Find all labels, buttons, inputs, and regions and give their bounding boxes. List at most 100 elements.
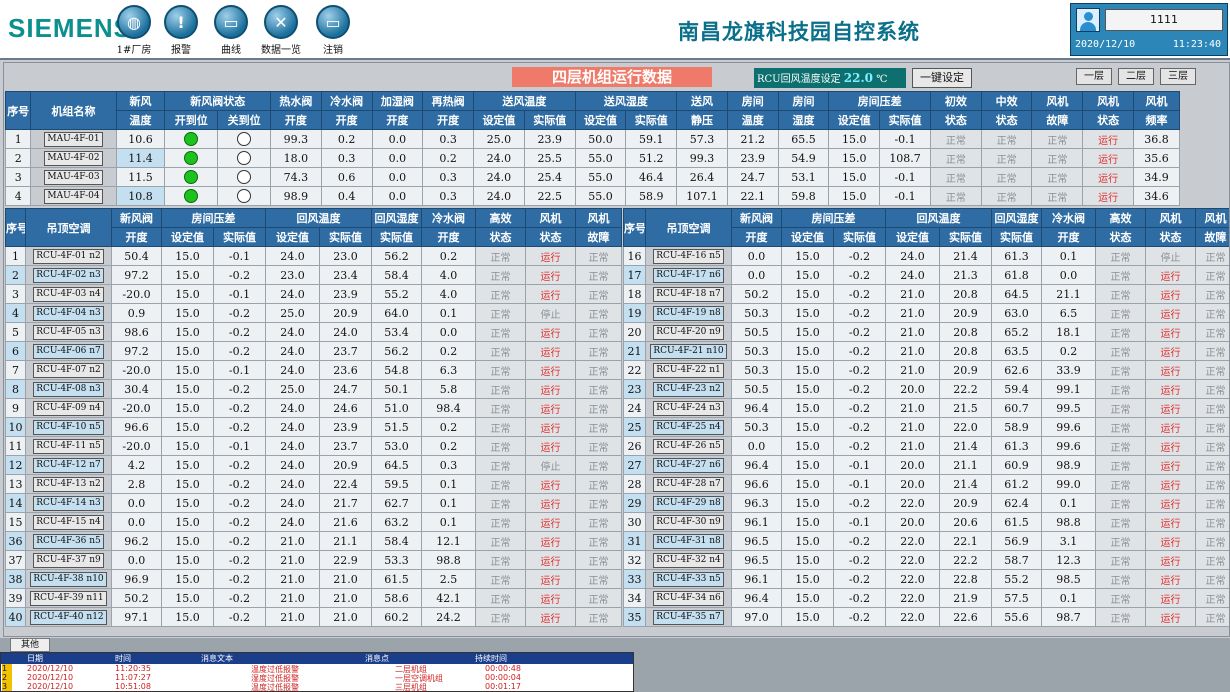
rcu-name-button[interactable]: RCU-4F-24 n3 bbox=[653, 401, 724, 416]
rcu-temp-set[interactable]: 21.0 bbox=[265, 550, 320, 570]
mau-sh-set[interactable]: 55.0 bbox=[574, 148, 627, 168]
rcu-name-button[interactable]: RCU-4F-22 n1 bbox=[653, 363, 724, 378]
rcu-name-button[interactable]: RCU-4F-09 n4 bbox=[33, 401, 104, 416]
mau-st-set[interactable]: 24.0 bbox=[473, 167, 525, 187]
rcu-name-button[interactable]: RCU-4F-19 n8 bbox=[653, 306, 724, 321]
rcu-press-set[interactable]: 15.0 bbox=[161, 512, 214, 532]
rcu-name-button[interactable]: RCU-4F-25 n4 bbox=[653, 420, 724, 435]
rcu-temp-set[interactable]: 24.0 bbox=[265, 246, 320, 266]
rcu-temp-set[interactable]: 24.0 bbox=[885, 265, 940, 285]
mau-sh-set[interactable]: 50.0 bbox=[574, 129, 627, 149]
rcu-press-set[interactable]: 15.0 bbox=[161, 398, 214, 418]
rcu-temp-set[interactable]: 24.0 bbox=[265, 436, 320, 456]
rcu-name-button[interactable]: RCU-4F-18 n7 bbox=[653, 287, 724, 302]
mau-name-button[interactable]: MAU-4F-02 bbox=[44, 151, 103, 166]
rcu-press-set[interactable]: 15.0 bbox=[781, 303, 834, 323]
rcu-press-set[interactable]: 15.0 bbox=[161, 322, 214, 342]
floor-2-button[interactable]: 二层 bbox=[1118, 68, 1154, 85]
rcu-temp-set[interactable]: 22.0 bbox=[885, 493, 940, 513]
rcu-temp-set[interactable]: 21.0 bbox=[885, 341, 940, 361]
rcu-name-button[interactable]: RCU-4F-13 n2 bbox=[33, 477, 104, 492]
rcu-name-button[interactable]: RCU-4F-10 n5 bbox=[33, 420, 104, 435]
rcu-temp-set[interactable]: 21.0 bbox=[885, 436, 940, 456]
mau-sh-set[interactable]: 55.0 bbox=[574, 167, 627, 187]
rcu-temp-set[interactable]: 20.0 bbox=[885, 512, 940, 532]
rcu-temp-set[interactable]: 21.0 bbox=[885, 284, 940, 304]
rcu-press-set[interactable]: 15.0 bbox=[161, 341, 214, 361]
rcu-temp-set[interactable]: 21.0 bbox=[265, 531, 320, 551]
rcu-press-set[interactable]: 15.0 bbox=[781, 398, 834, 418]
nav-alarm-button[interactable]: ! 报警 bbox=[158, 5, 204, 57]
rcu-name-button[interactable]: RCU-4F-23 n2 bbox=[653, 382, 724, 397]
rcu-temp-set[interactable]: 25.0 bbox=[265, 379, 320, 399]
rcu-temp-set[interactable]: 21.0 bbox=[885, 303, 940, 323]
rcu-temp-set[interactable]: 24.0 bbox=[265, 512, 320, 532]
rcu-setpoint-value[interactable]: 22.0 bbox=[844, 71, 873, 85]
rcu-name-button[interactable]: RCU-4F-15 n4 bbox=[33, 515, 104, 530]
mau-name-button[interactable]: MAU-4F-01 bbox=[44, 132, 103, 147]
rcu-name-button[interactable]: RCU-4F-03 n4 bbox=[33, 287, 104, 302]
alarm-list[interactable]: 日期 时间 消息文本 消息点 持续时间 1 2020/12/10 11:20:35 温… bbox=[0, 652, 634, 692]
rcu-name-button[interactable]: RCU-4F-29 n8 bbox=[653, 496, 724, 511]
rcu-press-set[interactable]: 15.0 bbox=[781, 322, 834, 342]
rcu-temp-set[interactable]: 24.0 bbox=[265, 360, 320, 380]
mau-st-set[interactable]: 24.0 bbox=[473, 186, 525, 206]
rcu-press-set[interactable]: 15.0 bbox=[781, 417, 834, 437]
rcu-press-set[interactable]: 15.0 bbox=[161, 246, 214, 266]
user-avatar-icon[interactable] bbox=[1076, 8, 1100, 32]
user-name-field[interactable]: 1111 bbox=[1105, 9, 1223, 31]
nav-logout-button[interactable]: ▭ 注销 bbox=[310, 5, 356, 57]
rcu-press-set[interactable]: 15.0 bbox=[781, 436, 834, 456]
rcu-name-button[interactable]: RCU-4F-14 n3 bbox=[33, 496, 104, 511]
rcu-press-set[interactable]: 15.0 bbox=[781, 474, 834, 494]
rcu-temp-set[interactable]: 22.0 bbox=[885, 531, 940, 551]
rcu-name-button[interactable]: RCU-4F-27 n6 bbox=[653, 458, 724, 473]
rcu-press-set[interactable]: 15.0 bbox=[781, 379, 834, 399]
rcu-press-set[interactable]: 15.0 bbox=[161, 284, 214, 304]
rcu-name-button[interactable]: RCU-4F-02 n3 bbox=[33, 268, 104, 283]
nav-plant-button[interactable]: ◍ 1#厂房 bbox=[111, 5, 157, 57]
rcu-temp-set[interactable]: 24.0 bbox=[265, 417, 320, 437]
rcu-name-button[interactable]: RCU-4F-30 n9 bbox=[653, 515, 724, 530]
rcu-name-button[interactable]: RCU-4F-28 n7 bbox=[653, 477, 724, 492]
rcu-name-button[interactable]: RCU-4F-32 n4 bbox=[653, 553, 724, 568]
rcu-press-set[interactable]: 15.0 bbox=[161, 436, 214, 456]
nav-curve-button[interactable]: ▭ 曲线 bbox=[208, 5, 254, 57]
rcu-press-set[interactable]: 15.0 bbox=[161, 379, 214, 399]
rcu-press-set[interactable]: 15.0 bbox=[781, 512, 834, 532]
floor-3-button[interactable]: 三层 bbox=[1160, 68, 1196, 85]
rcu-press-set[interactable]: 15.0 bbox=[781, 341, 834, 361]
rcu-press-set[interactable]: 15.0 bbox=[161, 531, 214, 551]
alarm-row[interactable]: 3 2020/12/10 10:51:08 温度过低报警 三层机组 00:01:17 bbox=[1, 682, 633, 691]
rcu-temp-set[interactable]: 22.0 bbox=[885, 588, 940, 608]
rcu-name-button[interactable]: RCU-4F-16 n5 bbox=[653, 249, 724, 264]
rcu-press-set[interactable]: 15.0 bbox=[781, 246, 834, 266]
rcu-temp-set[interactable]: 21.0 bbox=[265, 607, 320, 627]
rcu-temp-set[interactable]: 21.0 bbox=[885, 322, 940, 342]
rcu-name-button[interactable]: RCU-4F-01 n2 bbox=[33, 249, 104, 264]
rcu-press-set[interactable]: 15.0 bbox=[161, 550, 214, 570]
rcu-name-button[interactable]: RCU-4F-06 n7 bbox=[33, 344, 104, 359]
rcu-temp-set[interactable]: 21.0 bbox=[885, 417, 940, 437]
rcu-press-set[interactable]: 15.0 bbox=[781, 607, 834, 627]
rcu-press-set[interactable]: 15.0 bbox=[161, 474, 214, 494]
alarm-row[interactable]: 1 2020/12/10 11:20:35 温度过低报警 二层机组 00:00:48 bbox=[1, 664, 633, 674]
rcu-press-set[interactable]: 15.0 bbox=[161, 493, 214, 513]
rcu-press-set[interactable]: 15.0 bbox=[781, 588, 834, 608]
rcu-name-button[interactable]: RCU-4F-11 n5 bbox=[33, 439, 104, 454]
rcu-temp-set[interactable]: 23.0 bbox=[265, 265, 320, 285]
rcu-press-set[interactable]: 15.0 bbox=[161, 360, 214, 380]
rcu-name-button[interactable]: RCU-4F-37 n9 bbox=[33, 553, 104, 568]
rcu-name-button[interactable]: RCU-4F-12 n7 bbox=[33, 458, 104, 473]
rcu-press-set[interactable]: 15.0 bbox=[781, 284, 834, 304]
rcu-temp-set[interactable]: 22.0 bbox=[885, 607, 940, 627]
mau-st-set[interactable]: 24.0 bbox=[473, 148, 525, 168]
rcu-name-button[interactable]: RCU-4F-21 n10 bbox=[650, 344, 727, 359]
one-key-set-button[interactable]: 一键设定 bbox=[912, 68, 972, 88]
rcu-temp-set[interactable]: 24.0 bbox=[265, 398, 320, 418]
mau-st-set[interactable]: 25.0 bbox=[473, 129, 525, 149]
rcu-press-set[interactable]: 15.0 bbox=[781, 493, 834, 513]
rcu-temp-set[interactable]: 24.0 bbox=[265, 284, 320, 304]
rcu-temp-set[interactable]: 20.0 bbox=[885, 455, 940, 475]
rcu-temp-set[interactable]: 20.0 bbox=[885, 379, 940, 399]
